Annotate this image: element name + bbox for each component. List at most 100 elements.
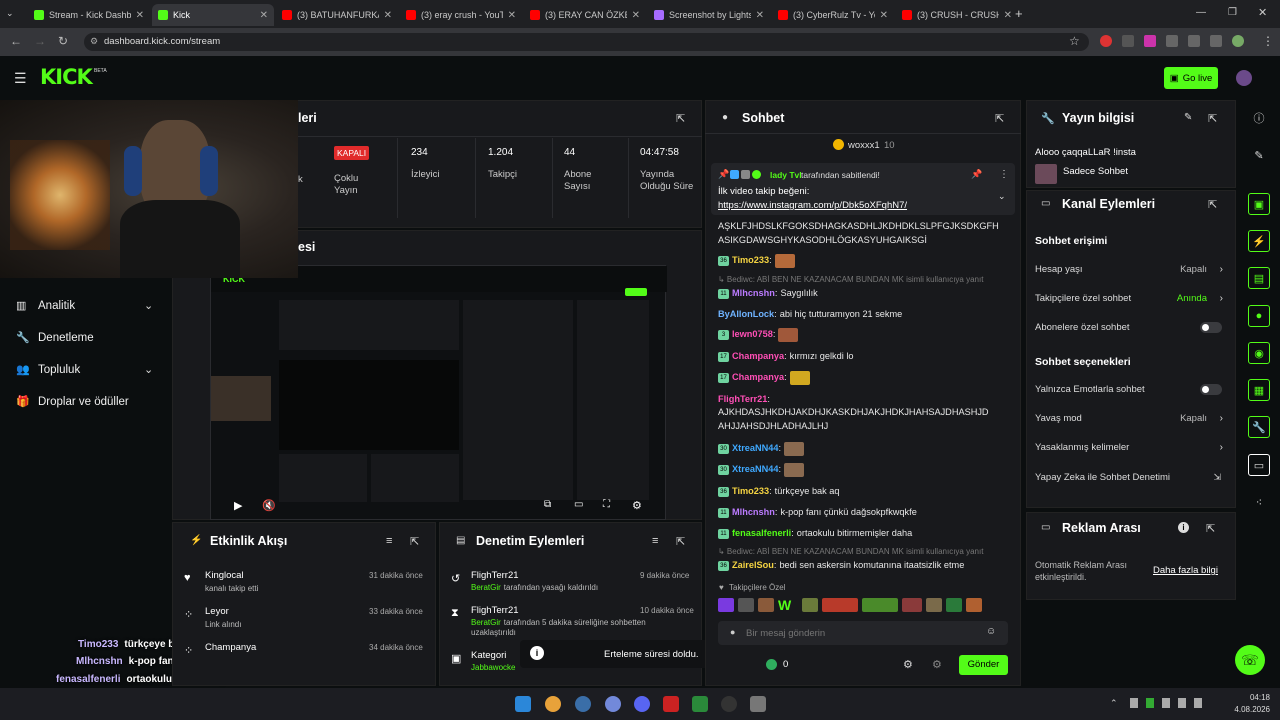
close-tab-icon[interactable]: ✕ bbox=[1004, 10, 1012, 21]
mod-target[interactable]: FlighTerr21 bbox=[471, 570, 519, 581]
mic-icon[interactable] bbox=[1162, 698, 1170, 708]
close-window-icon[interactable]: ✕ bbox=[1258, 6, 1267, 19]
emote[interactable] bbox=[758, 598, 774, 612]
popout-icon[interactable]: ⇱ bbox=[676, 535, 685, 548]
kick-logo[interactable]: KICK bbox=[40, 65, 93, 89]
emote[interactable]: W bbox=[778, 597, 798, 613]
chat-username[interactable]: FlighTerr21 bbox=[718, 394, 767, 404]
chat-username[interactable]: ByAllonLock bbox=[718, 309, 774, 319]
moderator-icon[interactable]: ⚙ bbox=[932, 658, 942, 671]
close-tab-icon[interactable]: ✕ bbox=[508, 10, 516, 21]
emote[interactable] bbox=[946, 598, 962, 612]
mod-actor[interactable]: BeratGir bbox=[471, 583, 501, 592]
send-button[interactable]: Gönder bbox=[959, 655, 1008, 675]
menu-kebab-icon[interactable]: ⋮ bbox=[1262, 34, 1274, 48]
top-gifter-name[interactable]: woxxx1 bbox=[848, 140, 880, 151]
learn-more-link[interactable]: Daha fazla bilgi bbox=[1153, 565, 1218, 576]
category-name[interactable]: Sadece Sohbet bbox=[1063, 166, 1128, 177]
unpin-icon[interactable]: 📌 bbox=[971, 169, 982, 180]
emote[interactable] bbox=[966, 598, 982, 612]
close-tab-icon[interactable]: ✕ bbox=[880, 10, 888, 21]
reload-icon[interactable]: ↻ bbox=[58, 34, 68, 48]
chrome-icon[interactable] bbox=[545, 696, 561, 712]
bolt-icon[interactable]: ⚡ bbox=[1248, 230, 1270, 252]
popout-icon[interactable]: ⇱ bbox=[1206, 522, 1215, 535]
chat-username[interactable]: lewn0758 bbox=[732, 329, 773, 339]
filter-icon[interactable]: ≡ bbox=[652, 535, 658, 547]
tray-chevron-icon[interactable]: ⌃ bbox=[1110, 698, 1118, 709]
emote[interactable] bbox=[784, 441, 805, 456]
volume-icon[interactable] bbox=[1194, 698, 1202, 708]
mute-icon[interactable]: 🔇 bbox=[262, 499, 276, 512]
followers-chat-row[interactable]: Takipçilere özel sohbet Anında › bbox=[1035, 293, 1225, 307]
popout-icon[interactable]: ⇱ bbox=[1208, 112, 1217, 125]
popout-icon[interactable]: ⇱ bbox=[410, 535, 419, 548]
extension-icon[interactable] bbox=[1122, 35, 1134, 47]
discord-icon[interactable] bbox=[605, 696, 621, 712]
tray-icon[interactable] bbox=[1146, 698, 1154, 708]
clipboard-icon[interactable]: ▤ bbox=[1248, 267, 1270, 289]
settings-icon[interactable]: ⚙ bbox=[903, 658, 913, 671]
tab-list-icon[interactable]: ⌄ bbox=[6, 8, 14, 19]
emote[interactable] bbox=[822, 598, 858, 612]
video-icon[interactable]: ▦ bbox=[1248, 379, 1270, 401]
activity-user[interactable]: Leyor bbox=[205, 606, 229, 617]
mod-actor[interactable]: Jabbawocke bbox=[471, 663, 515, 672]
network-icon[interactable] bbox=[1178, 698, 1186, 708]
close-tab-icon[interactable]: ✕ bbox=[756, 10, 764, 21]
chat-icon[interactable]: ● bbox=[1248, 305, 1270, 327]
pip-icon[interactable]: ⧉ bbox=[544, 499, 551, 510]
chat-username[interactable]: Mlhcnshn bbox=[732, 288, 775, 298]
chat-username[interactable]: Timo233 bbox=[732, 255, 769, 265]
obs-icon[interactable] bbox=[721, 696, 737, 712]
layout-icon[interactable]: ▣ bbox=[1248, 193, 1270, 215]
popout-icon[interactable]: ⇱ bbox=[1208, 198, 1217, 211]
account-age-row[interactable]: Hesap yaşı Kapalı › bbox=[1035, 264, 1225, 278]
steam-icon[interactable] bbox=[575, 696, 591, 712]
play-icon[interactable]: ▶ bbox=[234, 499, 242, 512]
forward-icon[interactable]: → bbox=[34, 34, 46, 48]
wrench-icon[interactable]: 🔧 bbox=[1248, 416, 1270, 438]
close-tab-icon[interactable]: ✕ bbox=[384, 10, 392, 21]
browser-tab[interactable]: Stream - Kick Dashbo ✕ bbox=[28, 4, 150, 26]
emote[interactable] bbox=[774, 253, 795, 268]
bookmark-star-icon[interactable]: ☆ bbox=[1069, 34, 1080, 48]
support-chat-button[interactable]: ☏ bbox=[1235, 645, 1265, 675]
slow-mode-row[interactable]: Yavaş mod Kapalı › bbox=[1035, 413, 1225, 427]
emote[interactable] bbox=[902, 598, 922, 612]
chat-input[interactable] bbox=[746, 624, 976, 642]
emote[interactable] bbox=[784, 462, 805, 477]
chevron-down-icon[interactable]: ⌄ bbox=[144, 363, 153, 376]
chevron-down-icon[interactable]: ⌄ bbox=[144, 299, 153, 312]
filter-icon[interactable]: ≡ bbox=[386, 535, 392, 547]
fullscreen-icon[interactable]: ⛶ bbox=[603, 499, 610, 510]
site-info-icon[interactable]: ⚙ bbox=[90, 36, 98, 47]
settings-icon[interactable] bbox=[750, 696, 766, 712]
new-tab-button[interactable]: + bbox=[1015, 6, 1023, 21]
chat-username[interactable]: Mlhcnshn bbox=[732, 507, 775, 517]
url-field[interactable]: dashboard.kick.com/stream bbox=[84, 33, 1089, 51]
emote[interactable] bbox=[926, 598, 942, 612]
emote[interactable] bbox=[862, 598, 898, 612]
banned-words-row[interactable]: Yasaklanmış kelimeler › bbox=[1035, 442, 1225, 456]
minimize-icon[interactable]: — bbox=[1196, 7, 1206, 18]
chat-username[interactable]: Champanya bbox=[732, 372, 784, 382]
windows-start-icon[interactable] bbox=[515, 696, 531, 712]
profile-icon[interactable] bbox=[1232, 35, 1244, 47]
maximize-icon[interactable]: ❐ bbox=[1228, 7, 1237, 18]
browser-tab[interactable]: (3) CyberRulz Tv - You ✕ bbox=[772, 4, 894, 26]
clock-time[interactable]: 04:18 bbox=[1230, 693, 1270, 702]
share-icon[interactable]: ⁖ bbox=[1248, 491, 1270, 513]
emote[interactable] bbox=[789, 370, 810, 385]
info-icon[interactable]: ⓘ bbox=[1248, 107, 1270, 129]
close-tab-icon[interactable]: ✕ bbox=[260, 10, 268, 21]
emoji-icon[interactable]: ☺ bbox=[986, 626, 996, 637]
sidepanel-icon[interactable] bbox=[1210, 35, 1222, 47]
close-tab-icon[interactable]: ✕ bbox=[136, 10, 144, 21]
puzzle-icon[interactable] bbox=[1166, 35, 1178, 47]
mod-target[interactable]: Kategori bbox=[471, 650, 506, 661]
points-icon[interactable] bbox=[766, 659, 777, 670]
popout-icon[interactable]: ⇱ bbox=[995, 112, 1004, 125]
mod-target[interactable]: FlighTerr21 bbox=[471, 605, 519, 616]
mod-actor[interactable]: BeratGir bbox=[471, 618, 501, 627]
